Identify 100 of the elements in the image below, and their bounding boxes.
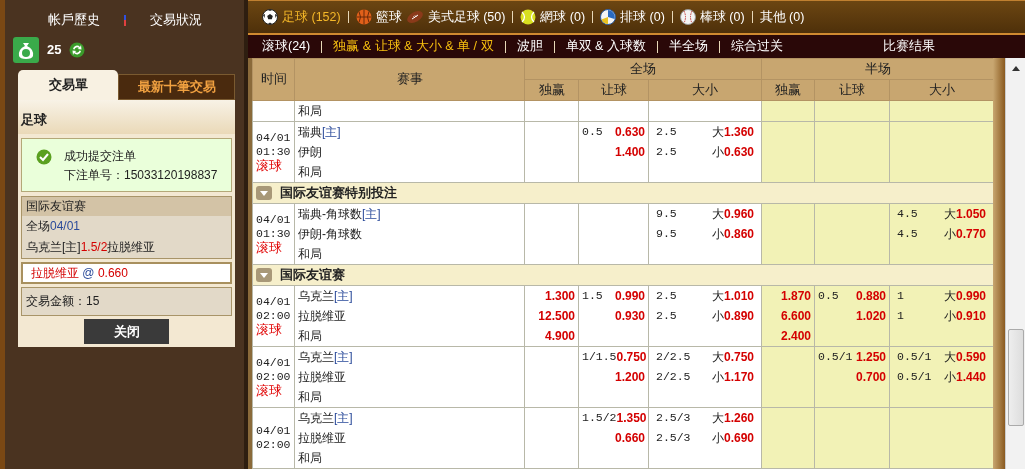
sport-tab[interactable]: 美式足球 (50) — [405, 9, 506, 25]
account-link[interactable]: 交易狀況 — [149, 12, 202, 28]
odds-value[interactable]: 0.770 — [955, 227, 986, 241]
live-label: 滚球 — [256, 383, 283, 399]
handicap-line: 1/1.5 — [582, 349, 617, 365]
side-label: 大 — [711, 411, 724, 425]
sport-tab[interactable]: 其他 (0) — [759, 9, 805, 25]
side-label: 大 — [711, 350, 724, 364]
match-date: 04/01 — [256, 294, 291, 309]
match-time: 02:00 — [256, 308, 291, 323]
handicap-line: 0.5 — [818, 288, 839, 304]
handicap-line: 0.5/1 — [818, 349, 853, 365]
soccer-ball-icon — [262, 9, 278, 25]
bet-type-tab[interactable]: 滚球(24) — [262, 39, 311, 54]
odds-value[interactable]: 0.860 — [723, 227, 754, 241]
handicap-line: 1.5/2 — [80, 239, 108, 254]
period-label: 全场 — [26, 218, 50, 233]
total-line: 2.5 — [655, 144, 677, 160]
total-line: 0.5/1 — [896, 369, 932, 385]
odds-value[interactable]: 1.360 — [723, 125, 754, 139]
team-name: 拉脱维亚 — [298, 431, 346, 445]
odds-value[interactable]: 0.590 — [955, 350, 986, 364]
baseball-icon — [679, 9, 696, 25]
home-tag: [主] — [362, 207, 381, 221]
bet-type-tab[interactable]: 波胆 — [516, 39, 543, 54]
side-label: 小 — [711, 431, 724, 445]
side-label: 大 — [711, 289, 724, 303]
odds-value[interactable]: 0.690 — [723, 431, 754, 445]
odds-value[interactable]: 0.890 — [723, 309, 754, 323]
bet-type-tab[interactable]: 独赢 & 让球 & 大小 & 单 / 双 — [333, 39, 494, 54]
scrollbar[interactable] — [1005, 58, 1025, 469]
odds-value[interactable]: 1.350 — [616, 408, 647, 428]
side-label: 小 — [943, 370, 956, 384]
match-time: 02:00 — [256, 369, 291, 384]
odds-value[interactable]: 1.400 — [614, 142, 645, 162]
odds-value[interactable]: 0.930 — [614, 306, 645, 326]
odds-value[interactable]: 0.880 — [855, 286, 886, 306]
odds-value[interactable]: 6.600 — [780, 306, 811, 326]
odds-value[interactable]: 1.440 — [955, 370, 986, 384]
sport-tab[interactable]: 棒球 (0) — [679, 9, 745, 25]
odds-value[interactable]: 1.020 — [855, 306, 886, 326]
sport-tab[interactable]: 排球 (0) — [600, 9, 665, 25]
odds-value[interactable]: 1.870 — [780, 286, 811, 306]
bet-type-tab[interactable]: 单双 & 入球数 — [565, 39, 646, 54]
volleyball-icon — [600, 9, 617, 25]
odds-value[interactable]: 0.960 — [723, 207, 754, 221]
odds-value[interactable]: 4.900 — [544, 326, 575, 346]
side-label: 大 — [943, 207, 956, 221]
match-date: 04/01 — [256, 130, 291, 145]
sport-tab[interactable]: 足球 (152) — [262, 9, 341, 25]
amount-value: 15 — [86, 294, 100, 308]
bet-slip-tab[interactable]: 最新十筆交易 — [118, 74, 235, 100]
odds-value[interactable]: 1.250 — [855, 347, 886, 367]
away-team: 拉脱维亚 — [107, 239, 156, 254]
odds-value[interactable]: 0.630 — [614, 122, 645, 142]
odds-value[interactable]: 1.170 — [723, 370, 754, 384]
odds-value[interactable]: 0.910 — [955, 309, 986, 323]
close-button[interactable]: 关闭 — [84, 319, 169, 344]
sport-tab[interactable]: 籃球 — [355, 9, 402, 25]
odds-value[interactable]: 1.050 — [955, 207, 986, 221]
selected-odds: 0.660 — [97, 265, 128, 280]
match-date: 04/01 — [256, 355, 291, 370]
odds-value[interactable]: 0.750 — [616, 347, 647, 367]
check-icon — [36, 148, 52, 165]
team-name: 伊朗-角球数 — [298, 227, 362, 241]
total-line: 2/2.5 — [655, 369, 691, 385]
american-football-icon — [405, 10, 424, 24]
odds-value[interactable]: 1.010 — [723, 289, 754, 303]
team-name: 瑞典-角球数 — [298, 207, 362, 221]
odds-value[interactable]: 0.630 — [723, 145, 754, 159]
live-label: 滚球 — [256, 240, 283, 256]
bet-type-tab[interactable]: 综合过关 — [730, 39, 783, 54]
side-label: 小 — [943, 309, 956, 323]
total-line: 1 — [896, 288, 904, 304]
balance-amount: 25 — [47, 42, 62, 58]
sport-heading: 足球 — [18, 100, 235, 134]
odds-value[interactable]: 0.750 — [723, 350, 754, 364]
odds-value[interactable]: 2.400 — [780, 326, 811, 346]
odds-value[interactable]: 0.990 — [955, 289, 986, 303]
team-name: 伊朗 — [298, 145, 322, 159]
column-header: 全场 — [524, 58, 762, 80]
scroll-thumb[interactable] — [1007, 329, 1024, 426]
odds-value[interactable]: 0.700 — [855, 367, 886, 387]
odds-value[interactable]: 12.500 — [538, 306, 575, 326]
bet-slip-tab[interactable]: 交易單 — [18, 70, 118, 100]
odds-value[interactable]: 0.990 — [614, 286, 645, 306]
results-link[interactable]: 比赛结果 — [882, 39, 935, 54]
bet-type-tab[interactable]: 半全场 — [668, 39, 708, 54]
team-name: 瑞典 — [298, 125, 322, 139]
refresh-icon — [69, 42, 86, 58]
team-name: 乌克兰 — [298, 289, 334, 303]
home-tag: [主] — [334, 350, 353, 364]
odds-value[interactable]: 1.260 — [723, 411, 754, 425]
account-link[interactable]: 帐戶歷史 — [47, 12, 100, 28]
odds-value[interactable]: 0.660 — [614, 428, 645, 448]
total-line: 0.5/1 — [896, 349, 932, 365]
odds-value[interactable]: 1.300 — [544, 286, 575, 306]
scroll-up-icon[interactable] — [1011, 66, 1020, 71]
odds-value[interactable]: 1.200 — [614, 367, 645, 387]
sport-tab[interactable]: 網球 (0) — [520, 9, 586, 25]
